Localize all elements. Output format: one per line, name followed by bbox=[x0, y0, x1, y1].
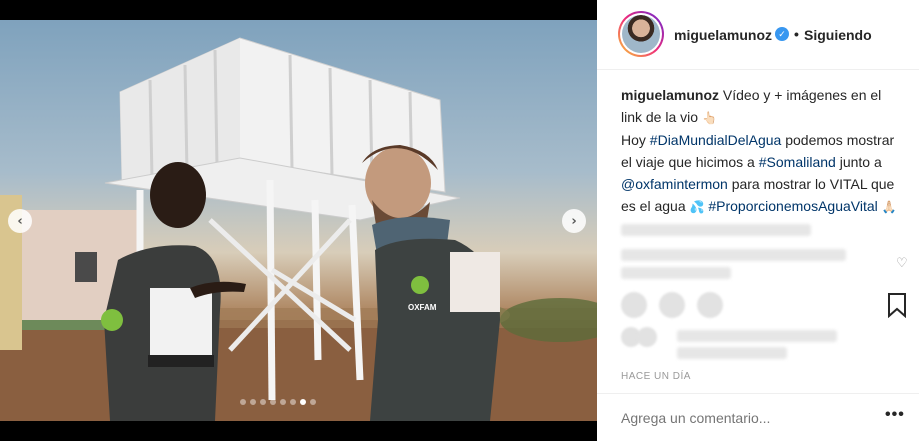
blurred-comment bbox=[621, 224, 811, 236]
avatar[interactable] bbox=[618, 11, 664, 57]
blurred-comment bbox=[621, 267, 731, 279]
comment-input[interactable] bbox=[621, 410, 861, 426]
carousel-dot bbox=[260, 399, 266, 405]
carousel-dot bbox=[300, 399, 306, 405]
carousel-prev-button[interactable]: ‹ bbox=[8, 209, 32, 233]
hashtag-link[interactable]: #Somaliland bbox=[759, 154, 836, 170]
carousel-dot bbox=[310, 399, 316, 405]
hashtag-link[interactable]: #DiaMundialDelAgua bbox=[650, 132, 782, 148]
chevron-left-icon: ‹ bbox=[17, 213, 23, 229]
header-username[interactable]: miguelamunoz bbox=[674, 27, 772, 43]
caption-emoji-pray: 🙏🏻 bbox=[881, 200, 897, 214]
blurred-action-icon bbox=[697, 292, 723, 318]
post-caption: miguelamunoz Vídeo y + imágenes en el li… bbox=[621, 84, 897, 218]
follow-separator: • bbox=[794, 26, 799, 42]
caption-emoji-point: 👆🏻 bbox=[701, 111, 717, 125]
carousel-indicator bbox=[240, 399, 316, 405]
blurred-action-icon bbox=[621, 292, 647, 318]
follow-status-button[interactable]: Siguiendo bbox=[804, 27, 872, 43]
carousel-dot bbox=[250, 399, 256, 405]
bookmark-icon[interactable] bbox=[887, 292, 907, 318]
heart-icon[interactable]: ♡ bbox=[896, 256, 908, 271]
post-side-panel: miguelamunoz ✓ • Siguiendo miguelamunoz … bbox=[597, 0, 919, 441]
caption-text-pre: Hoy bbox=[621, 132, 650, 148]
carousel-dot bbox=[270, 399, 276, 405]
avatar-image bbox=[622, 15, 660, 53]
hashtag-link[interactable]: #ProporcionemosAguaVital bbox=[708, 198, 877, 214]
post-media: OXFAM ‹ › bbox=[0, 0, 597, 441]
blurred-likes bbox=[677, 347, 787, 359]
carousel-dot bbox=[280, 399, 286, 405]
post-photo[interactable]: OXFAM bbox=[0, 20, 597, 421]
vest-logo-text: OXFAM bbox=[408, 303, 437, 312]
post-timestamp: HACE UN DÍA bbox=[621, 371, 691, 382]
verified-badge-icon: ✓ bbox=[775, 27, 789, 41]
caption-text-mid2: junto a bbox=[835, 154, 882, 170]
comment-bar: ••• bbox=[597, 393, 919, 441]
blurred-avatar bbox=[637, 327, 657, 347]
carousel-dot bbox=[240, 399, 246, 405]
chevron-right-icon: › bbox=[571, 213, 577, 229]
carousel-dot bbox=[290, 399, 296, 405]
mention-link[interactable]: @oxfamintermon bbox=[621, 176, 728, 192]
blurred-action-icon bbox=[659, 292, 685, 318]
caption-username[interactable]: miguelamunoz bbox=[621, 87, 719, 103]
more-options-icon[interactable]: ••• bbox=[885, 406, 905, 424]
blurred-comment bbox=[621, 249, 846, 261]
carousel-next-button[interactable]: › bbox=[562, 209, 586, 233]
photo-scene: OXFAM bbox=[0, 37, 597, 421]
ground bbox=[0, 320, 597, 421]
caption-emoji-droplets: 💦 bbox=[689, 200, 705, 214]
blurred-likes bbox=[677, 330, 837, 342]
post-header: miguelamunoz ✓ • Siguiendo bbox=[597, 0, 919, 70]
